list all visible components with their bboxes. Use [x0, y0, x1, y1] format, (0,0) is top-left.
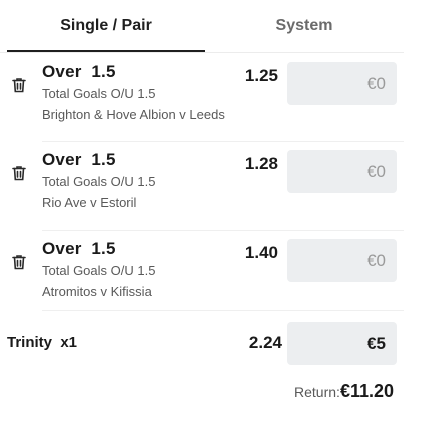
potential-returns: Return: €11.20: [294, 381, 394, 402]
row-divider: [42, 310, 404, 311]
bet-row: Over 1.5 Total Goals O/U 1.5 Atromitos v…: [0, 239, 404, 327]
selection-name: Over 1.5: [42, 239, 116, 258]
stake-input[interactable]: €0: [287, 150, 397, 193]
stake-input[interactable]: €0: [287, 62, 397, 105]
odds-value: 1.28: [244, 154, 278, 173]
combo-odds: 2.24: [248, 333, 282, 352]
stake-input[interactable]: €0: [287, 239, 397, 282]
market-name: Total Goals O/U 1.5: [42, 86, 156, 101]
trash-icon[interactable]: [10, 253, 28, 271]
event-name: Rio Ave v Estoril: [42, 195, 137, 210]
combo-row: Trinity x1 2.24 €5: [0, 322, 404, 368]
tab-single-pair[interactable]: Single / Pair: [7, 0, 205, 52]
combo-label: Trinity x1: [7, 334, 78, 351]
market-name: Total Goals O/U 1.5: [42, 174, 156, 189]
row-divider: [42, 230, 404, 231]
trash-icon[interactable]: [10, 164, 28, 182]
selection-name: Over 1.5: [42, 150, 116, 169]
row-divider: [42, 141, 404, 142]
selection-name: Over 1.5: [42, 62, 116, 81]
trash-icon[interactable]: [10, 76, 28, 94]
returns-value: €11.20: [339, 381, 394, 401]
combo-stake-input[interactable]: €5: [287, 322, 397, 365]
returns-label: Return:: [294, 384, 340, 400]
odds-value: 1.25: [244, 66, 278, 85]
odds-value: 1.40: [244, 243, 278, 262]
bet-row: Over 1.5 Total Goals O/U 1.5 Brighton & …: [0, 62, 404, 150]
tab-system[interactable]: System: [205, 0, 403, 52]
event-name: Atromitos v Kifissia: [42, 284, 152, 299]
tabs-divider: [0, 52, 404, 53]
market-name: Total Goals O/U 1.5: [42, 263, 156, 278]
event-name: Brighton & Hove Albion v Leeds: [42, 107, 225, 122]
bet-type-tabs: Single / Pair System: [0, 0, 404, 54]
bet-row: Over 1.5 Total Goals O/U 1.5 Rio Ave v E…: [0, 150, 404, 238]
